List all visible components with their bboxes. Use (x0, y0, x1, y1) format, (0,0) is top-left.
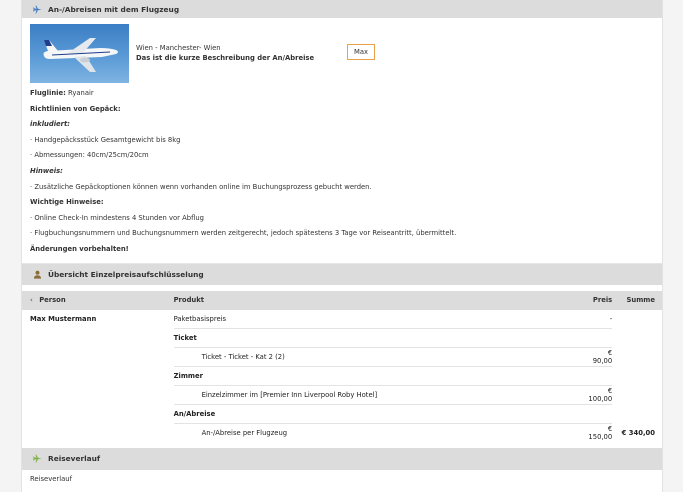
price-value: - (588, 309, 613, 330)
page: An-/Abreisen mit dem Flugzeug Wien - Man… (21, 0, 663, 492)
product-column-header: Produkt (173, 296, 205, 305)
airline-line: Fluglinie: Ryanair (30, 86, 654, 102)
table-row: Zimmer (22, 366, 662, 387)
product-name: Paketbasispreis (173, 309, 589, 330)
detail-line: · Online Check-In mindestens 4 Stunden v… (30, 213, 204, 222)
included-heading: inkludiert: (30, 120, 70, 129)
route-info: Wien - Manchester- Wien Das ist die kurz… (136, 43, 339, 63)
important-heading: Wichtige Hinweise: (30, 198, 104, 207)
plane-icon (31, 4, 43, 14)
detail-line: · Handgepäcksstück Gesamtgewicht bis 8kg (30, 135, 181, 144)
table-row: Max Mustermann Paketbasispreis - (22, 309, 662, 330)
flight-details: Fluglinie: Ryanair Richtlinien von Gepäc… (22, 86, 662, 258)
trip-section-header: Reiseverlauf (22, 447, 662, 470)
plane-icon (31, 454, 43, 463)
price-column-header: Preis (592, 296, 613, 305)
sum-column-header: Summe (626, 296, 655, 305)
detail-line: · Zusätzliche Gepäckoptionen können wenn… (30, 182, 372, 191)
price-table: ‹ Person Produkt Preis Summe Max Musterm… (22, 290, 662, 443)
person-name: Max Mustermann (30, 315, 97, 324)
hint-heading: Hinweis: (30, 166, 63, 175)
changes-reserved: Änderungen vorbehalten! (30, 244, 129, 253)
baggage-heading: Richtlinien von Gepäck: (30, 104, 121, 113)
table-row: An/Abreise (22, 404, 662, 425)
flight-section-title: An-/Abreisen mit dem Flugzeug (48, 4, 180, 14)
price-value: € 100,00 (588, 385, 613, 406)
product-name: Ticket - Ticket - Kat 2 (2) (173, 347, 589, 368)
trip-text: Reiseverlauf (30, 474, 72, 483)
route-name: Wien - Manchester- Wien (136, 44, 221, 52)
table-row: An-/Abreise per Flugzeug € 150,00 € 340,… (22, 424, 662, 443)
table-row: Ticket (22, 328, 662, 349)
product-group: An/Abreise (173, 404, 589, 425)
price-section-header: Übersicht Einzelpreisaufschlüsselung (22, 263, 662, 285)
airline-value: Ryanair (68, 89, 94, 97)
person-column-header: ‹ Person (30, 296, 66, 305)
trip-section-title: Reiseverlauf (48, 454, 101, 464)
price-section-title: Übersicht Einzelpreisaufschlüsselung (48, 269, 204, 279)
chevron-left-icon: ‹ (30, 296, 33, 305)
person-icon (31, 270, 43, 279)
product-group: Zimmer (173, 366, 589, 387)
table-row: Einzelzimmer im [Premier Inn Liverpool R… (22, 385, 662, 406)
detail-line: · Abmessungen: 40cm/25cm/20cm (30, 151, 149, 160)
table-header-row: ‹ Person Produkt Preis Summe (22, 290, 662, 310)
product-name: An-/Abreise per Flugzeug (201, 429, 288, 438)
flight-section-header: An-/Abreisen mit dem Flugzeug (22, 0, 662, 18)
airplane-photo (30, 24, 129, 83)
max-button[interactable]: Max (347, 44, 375, 60)
product-group: Ticket (173, 328, 589, 349)
route-description: Das ist die kurze Beschreibung der An/Ab… (136, 54, 315, 62)
total-sum: € 340,00 (621, 429, 655, 438)
detail-line: · Flugbuchungsnummern und Buchungsnummer… (30, 229, 457, 238)
product-name: Einzelzimmer im [Premier Inn Liverpool R… (173, 385, 589, 406)
flight-summary: Wien - Manchester- Wien Das ist die kurz… (22, 18, 662, 86)
price-value: € 90,00 (588, 347, 613, 368)
airline-label: Fluglinie: (30, 89, 66, 97)
price-value: € 150,00 (588, 425, 613, 442)
table-row: Ticket - Ticket - Kat 2 (2) € 90,00 (22, 347, 662, 368)
